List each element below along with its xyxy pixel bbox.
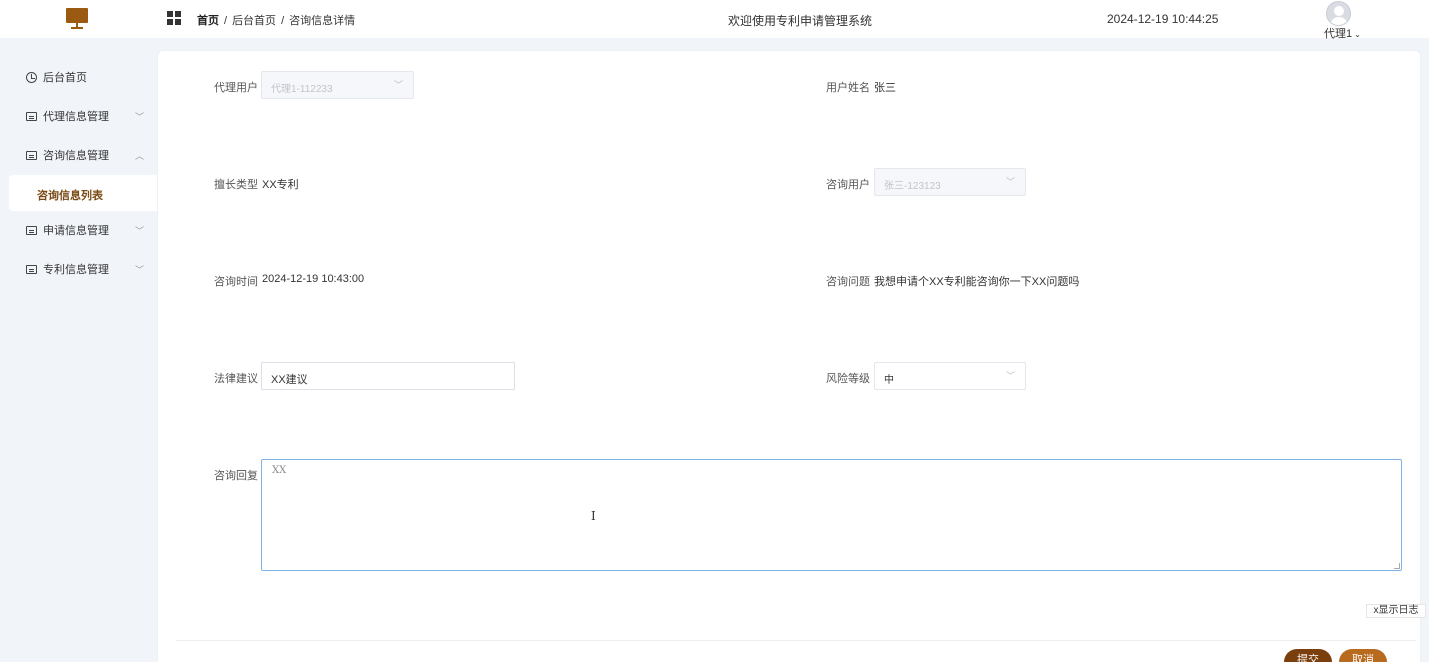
sidebar-item-consult-management[interactable]: 咨询信息管理 ︿: [0, 136, 157, 174]
breadcrumb-separator: /: [224, 15, 228, 27]
card-icon: [26, 225, 37, 235]
consult-time-label: 咨询时间: [214, 276, 258, 288]
consult-question-value: 我想申请个XX专利能咨询你一下XX问题吗: [874, 276, 1080, 288]
legal-advice-label: 法律建议: [214, 373, 258, 385]
show-log-button[interactable]: x显示日志: [1366, 604, 1426, 618]
monitor-logo-icon[interactable]: [66, 8, 90, 30]
chevron-down-icon: ﹀: [135, 264, 145, 275]
agent-user-label: 代理用户: [214, 82, 258, 94]
chevron-up-icon: ︿: [135, 150, 145, 161]
sidebar: 后台首页 代理信息管理 ﹀ 咨询信息管理 ︿ 咨询信息列表 申请信息管理 ﹀ 专…: [0, 38, 157, 662]
risk-level-value: 中: [884, 375, 894, 386]
sidebar-item-agent-management[interactable]: 代理信息管理 ﹀: [0, 97, 157, 135]
sidebar-item-label: 代理信息管理: [43, 111, 109, 123]
user-menu-dropdown[interactable]: 代理1 ⌄: [1324, 25, 1361, 41]
sidebar-item-patent-management[interactable]: 专利信息管理 ﹀: [0, 250, 157, 288]
consult-reply-textarea[interactable]: XX: [261, 459, 1402, 571]
sidebar-item-dashboard[interactable]: 后台首页: [0, 58, 157, 96]
user-avatar[interactable]: [1326, 1, 1351, 26]
legal-advice-value: XX建议: [271, 374, 308, 386]
chevron-down-icon: ﹀: [393, 80, 403, 90]
sidebar-item-label: 专利信息管理: [43, 264, 109, 276]
user-name-label: 代理1: [1324, 28, 1353, 40]
resize-grip-icon[interactable]: [1394, 563, 1400, 569]
system-title: 欢迎使用专利申请管理系统: [728, 14, 873, 28]
consult-reply-label: 咨询回复: [214, 470, 258, 482]
chevron-down-icon: ⌄: [1354, 30, 1361, 39]
breadcrumb-home[interactable]: 首页: [197, 15, 219, 27]
consult-time-value: 2024-12-19 10:43:00: [262, 273, 365, 285]
menu-grid-icon[interactable]: [167, 11, 182, 26]
consult-reply-value: XX: [272, 465, 287, 476]
breadcrumb: 首页 / 后台首页 / 咨询信息详情: [197, 12, 355, 28]
consult-user-value: 张三-123123: [884, 181, 941, 192]
chevron-down-icon: ﹀: [1005, 177, 1015, 187]
card-icon: [26, 150, 37, 160]
submit-button[interactable]: 提交: [1284, 649, 1332, 662]
sidebar-item-label: 咨询信息管理: [43, 150, 109, 162]
consult-question-label: 咨询问题: [826, 276, 870, 288]
top-header: 首页 / 后台首页 / 咨询信息详情 欢迎使用专利申请管理系统 2024-12-19 1…: [0, 0, 1429, 41]
breadcrumb-separator: /: [281, 15, 285, 27]
risk-level-label: 风险等级: [826, 373, 870, 385]
sidebar-item-application-management[interactable]: 申请信息管理 ﹀: [0, 211, 157, 249]
consult-user-select: 张三-123123 ﹀: [874, 168, 1026, 196]
cancel-button[interactable]: 取消: [1339, 649, 1387, 662]
chevron-down-icon: ﹀: [1005, 371, 1015, 381]
specialty-type-label: 擅长类型: [214, 179, 258, 191]
risk-level-select[interactable]: 中 ﹀: [874, 362, 1026, 390]
consult-user-label: 咨询用户: [826, 179, 870, 191]
sidebar-subitem-label: 咨询信息列表: [37, 190, 103, 202]
agent-user-select: 代理1-112233 ﹀: [261, 71, 414, 99]
text-cursor-icon: I: [591, 509, 596, 523]
chevron-down-icon: ﹀: [135, 225, 145, 236]
current-datetime: 2024-12-19 10:44:25: [1107, 12, 1219, 26]
clock-icon: [26, 71, 37, 83]
breadcrumb-current: 咨询信息详情: [289, 15, 356, 27]
sidebar-item-label: 申请信息管理: [43, 225, 109, 237]
sidebar-item-label: 后台首页: [43, 72, 87, 84]
specialty-type-value: XX专利: [262, 179, 299, 191]
sidebar-subitem-consult-list[interactable]: 咨询信息列表: [9, 175, 157, 211]
breadcrumb-dashboard[interactable]: 后台首页: [232, 15, 276, 27]
user-name-value: 张三: [874, 82, 896, 94]
user-name-label: 用户姓名: [826, 82, 870, 94]
footer-divider: [176, 640, 1416, 641]
card-icon: [26, 111, 37, 121]
chevron-down-icon: ﹀: [135, 111, 145, 122]
agent-user-value: 代理1-112233: [271, 84, 333, 95]
card-icon: [26, 264, 37, 274]
legal-advice-input[interactable]: XX建议: [261, 362, 515, 390]
